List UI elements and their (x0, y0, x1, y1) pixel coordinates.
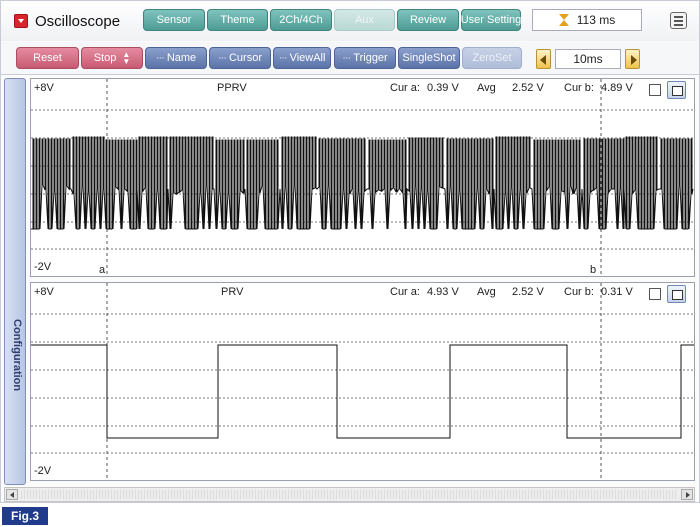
timebase-left-arrow-icon[interactable] (536, 49, 551, 69)
horizontal-scrollbar[interactable] (4, 487, 695, 502)
stop-button[interactable]: Stop ▲ ▼ (81, 47, 143, 69)
prv-waveform-plot (31, 283, 694, 480)
configuration-tab[interactable]: Configuration (4, 78, 26, 485)
scope-panel-pprv[interactable]: +8V PPRV Cur a: 0.39 V Avg 2.52 V Cur b:… (30, 78, 695, 277)
channel-name: PRV (221, 286, 244, 298)
dots-icon: ··· (278, 52, 288, 64)
cur-b-value: 4.89 V (601, 82, 633, 94)
checkbox-icon[interactable] (649, 84, 661, 96)
dots-icon: ··· (155, 52, 165, 64)
toolbar: Reset Stop ▲ ▼ ··· Name ··· Cursor ··· ViewA… (1, 42, 699, 75)
tab-user-setting[interactable]: User Setting (461, 9, 521, 31)
cur-a-label: Cur a: (390, 286, 420, 298)
cur-a-value: 0.39 V (427, 82, 459, 94)
tab-sensor[interactable]: Sensor (143, 9, 205, 31)
y-max-label: +8V (34, 286, 54, 298)
zeroset-button[interactable]: ZeroSet (462, 47, 522, 69)
configuration-tab-label: Configuration (11, 319, 23, 392)
tab-2ch-4ch[interactable]: 2Ch/4Ch (270, 9, 332, 31)
tab-aux[interactable]: Aux (334, 9, 395, 31)
menu-dropdown-icon[interactable] (14, 14, 28, 28)
top-bar: Oscilloscope Sensor Theme 2Ch/4Ch Aux Re… (1, 1, 699, 41)
dots-icon: ··· (342, 52, 351, 64)
prv-trace (31, 344, 694, 439)
dots-icon: ··· (217, 52, 227, 64)
reset-button[interactable]: Reset (16, 47, 79, 69)
viewall-label: ViewAll (289, 52, 326, 64)
hourglass-icon (558, 14, 569, 26)
cur-a-value: 4.93 V (427, 286, 459, 298)
scroll-left-arrow-icon[interactable] (6, 489, 18, 500)
scroll-right-arrow-icon[interactable] (681, 489, 693, 500)
name-label: Name (166, 52, 197, 64)
trigger-button[interactable]: ··· Trigger (334, 47, 396, 69)
tab-review[interactable]: Review (397, 9, 459, 31)
pprv-trace (31, 136, 694, 230)
cur-a-label: Cur a: (390, 82, 420, 94)
cur-b-value: 0.31 V (601, 286, 633, 298)
scope-panel-prv[interactable]: +8V PRV Cur a: 4.93 V Avg 2.52 V Cur b: … (30, 282, 695, 481)
y-max-label: +8V (34, 82, 54, 94)
pprv-waveform-plot (31, 79, 694, 276)
avg-label: Avg (477, 286, 496, 298)
cursor-label: Cursor (228, 52, 262, 64)
time-readout: 113 ms (576, 13, 616, 27)
fullscreen-icon[interactable] (667, 285, 686, 303)
avg-value: 2.52 V (512, 82, 544, 94)
channel-name: PPRV (217, 82, 247, 94)
tab-theme[interactable]: Theme (207, 9, 268, 31)
cur-b-label: Cur b: (564, 286, 594, 298)
cursor-button[interactable]: ··· Cursor (209, 47, 271, 69)
scrollbar-track[interactable] (21, 490, 678, 499)
fullscreen-icon[interactable] (667, 81, 686, 99)
timebase-right-arrow-icon[interactable] (625, 49, 640, 69)
avg-label: Avg (477, 82, 496, 94)
name-button[interactable]: ··· Name (145, 47, 207, 69)
cursor-b-marker: b (590, 264, 597, 276)
viewall-button[interactable]: ··· ViewAll (273, 47, 331, 69)
singleshot-button[interactable]: SingleShot (398, 47, 460, 69)
trigger-label: Trigger (353, 52, 388, 64)
cur-b-label: Cur b: (564, 82, 594, 94)
cursor-a-marker: a (99, 264, 106, 276)
stop-label: Stop (93, 52, 117, 64)
y-min-label: -2V (34, 261, 52, 273)
y-min-label: -2V (34, 465, 52, 477)
oscilloscope-window: Oscilloscope Sensor Theme 2Ch/4Ch Aux Re… (0, 0, 700, 503)
timebase-field[interactable]: 10ms (555, 49, 621, 69)
list-icon[interactable] (670, 12, 687, 29)
checkbox-icon[interactable] (649, 288, 661, 300)
figure-label: Fig.3 (2, 507, 48, 525)
stop-spinner-icon: ▲ ▼ (122, 50, 131, 66)
app-title: Oscilloscope (35, 13, 121, 30)
avg-value: 2.52 V (512, 286, 544, 298)
time-readout-box: 113 ms (532, 9, 642, 31)
